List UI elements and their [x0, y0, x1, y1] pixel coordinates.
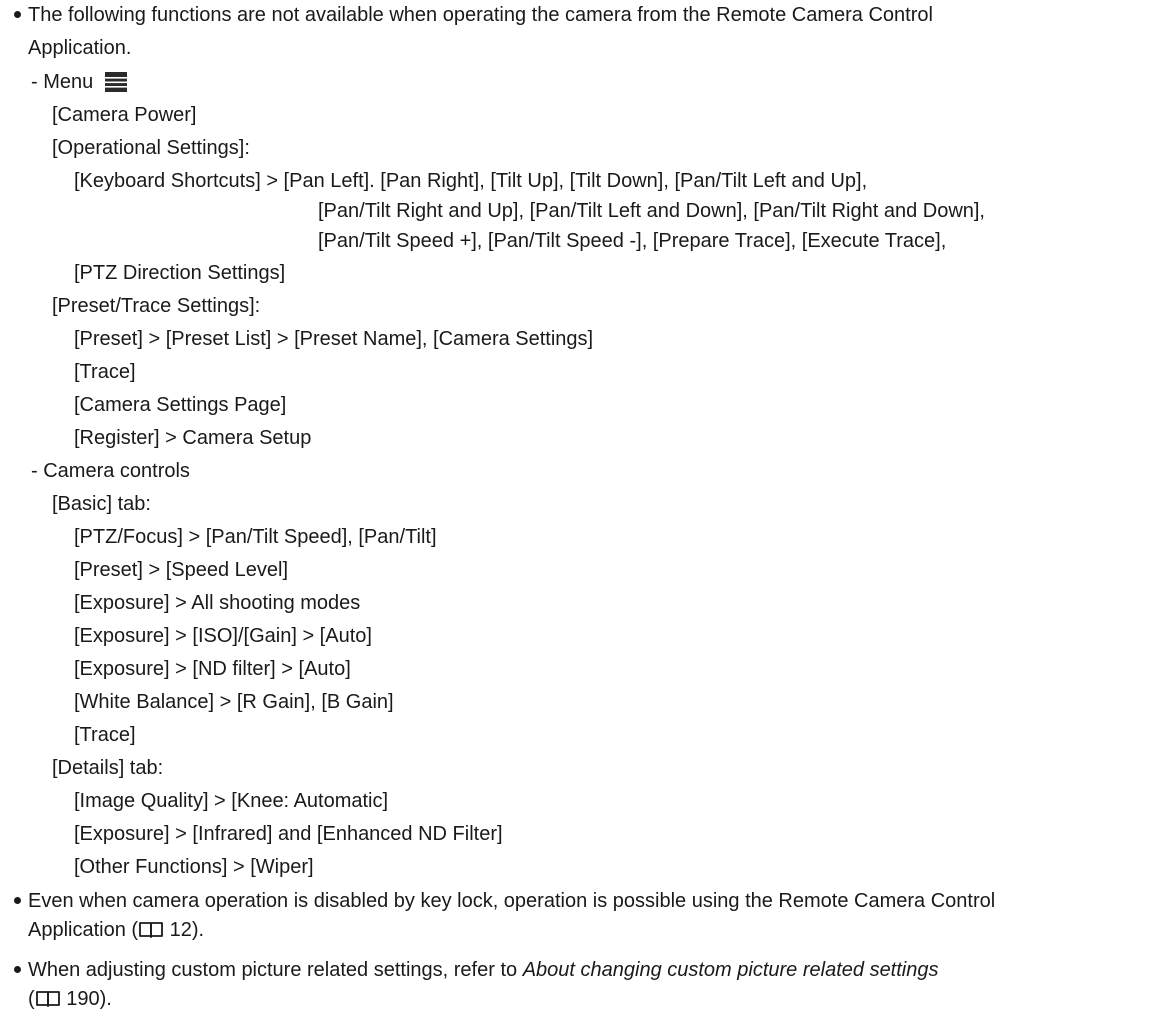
details-tab-label: [Details] tab: — [52, 757, 164, 779]
camera-settings-page-item: [Camera Settings Page] — [74, 394, 287, 416]
basic-tab-item: [Exposure] > [ISO]/[Gain] > [Auto] — [74, 625, 372, 647]
menu-label: - Menu — [31, 71, 94, 93]
bullet3-paren: ( — [28, 988, 35, 1010]
keyboard-shortcuts-line2: [Pan/Tilt Right and Up], [Pan/Tilt Left … — [318, 200, 985, 222]
menu-item-operational-settings: [Operational Settings]: — [52, 137, 250, 159]
bullet-dot — [14, 11, 21, 18]
page-reference-link[interactable]: 190 — [66, 988, 99, 1010]
camera-controls-heading: - Camera controls — [31, 460, 190, 482]
keyboard-shortcuts-line1: [Keyboard Shortcuts] > [Pan Left]. [Pan … — [74, 170, 868, 192]
menu-item-preset-trace-settings: [Preset/Trace Settings]: — [52, 295, 261, 317]
basic-tab-item: [Preset] > [Speed Level] — [74, 559, 289, 581]
keyboard-shortcuts-line3: [Pan/Tilt Speed +], [Pan/Tilt Speed -], … — [318, 230, 947, 252]
ptz-direction-settings: [PTZ Direction Settings] — [74, 262, 286, 284]
menu-heading: - Menu — [31, 70, 127, 94]
page-reference-link[interactable]: 12 — [170, 919, 192, 941]
bullet1-line1: The following functions are not availabl… — [28, 4, 933, 26]
basic-tab-item: [Exposure] > [ND filter] > [Auto] — [74, 658, 351, 680]
bullet3-line1: When adjusting custom picture related se… — [28, 958, 939, 982]
bullet2-prefix: Application ( — [28, 919, 139, 941]
menu-icon — [104, 72, 127, 92]
details-tab-item: [Other Functions] > [Wiper] — [74, 856, 314, 878]
register-item: [Register] > Camera Setup — [74, 427, 312, 449]
basic-tab-item: [Exposure] > All shooting modes — [74, 592, 361, 614]
basic-tab-item: [PTZ/Focus] > [Pan/Tilt Speed], [Pan/Til… — [74, 526, 437, 548]
preset-list-path: [Preset] > [Preset List] > [Preset Name]… — [74, 328, 594, 350]
bullet3-suffix: ). — [99, 988, 112, 1010]
bullet1-line2: Application. — [28, 37, 132, 59]
menu-item-camera-power: [Camera Power] — [52, 104, 197, 126]
bullet-dot — [14, 966, 21, 973]
bullet2-line1: Even when camera operation is disabled b… — [28, 890, 996, 912]
document-page: The following functions are not availabl… — [0, 0, 1163, 1031]
bullet3-prefix: When adjusting custom picture related se… — [28, 959, 523, 981]
basic-tab-label: [Basic] tab: — [52, 493, 151, 515]
book-icon — [139, 922, 163, 938]
details-tab-item: [Image Quality] > [Knee: Automatic] — [74, 790, 389, 812]
reference-section-title[interactable]: About changing custom picture related se… — [523, 959, 939, 981]
bullet2-line2: Application ( 12). — [28, 918, 204, 942]
bullet2-suffix: ). — [191, 919, 205, 941]
bullet3-line2: ( 190). — [28, 987, 112, 1011]
bullet-dot — [14, 897, 21, 904]
basic-tab-item: [White Balance] > [R Gain], [B Gain] — [74, 691, 394, 713]
book-icon — [35, 991, 60, 1007]
basic-tab-item: [Trace] — [74, 724, 136, 746]
trace-item: [Trace] — [74, 361, 136, 383]
details-tab-item: [Exposure] > [Infrared] and [Enhanced ND… — [74, 823, 503, 845]
